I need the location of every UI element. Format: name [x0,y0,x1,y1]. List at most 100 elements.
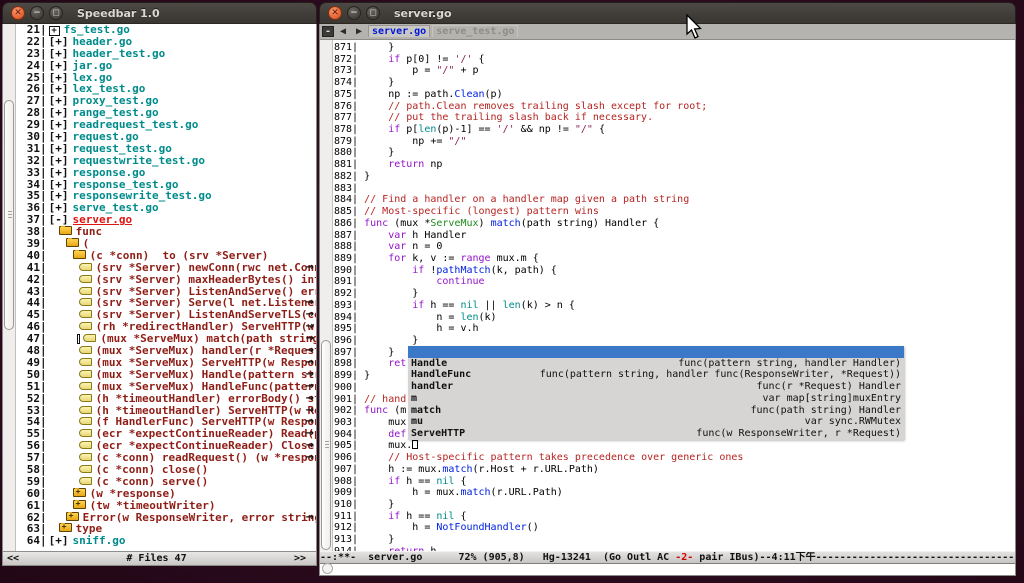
speedbar-item-label[interactable]: (h *timeoutHandler) ServeHTTP(w Respo [96,405,316,417]
speedbar-item-label[interactable]: type [76,523,103,535]
speedbar-item-label[interactable]: header_test.go [73,48,166,60]
speedbar-item-label[interactable]: header.go [73,36,133,48]
speedbar-item-request_test.go[interactable]: 31|[+]request_test.go [16,143,316,155]
speedbar-item-label[interactable]: sniff.go [73,535,126,547]
speedbar-item--mux-ServeMux-ServeHTTP-w-ResponseW[interactable]: 49|(mux *ServeMux) ServeHTTP(w ResponseW… [16,357,316,369]
editor-scrollbar-thumb[interactable] [321,340,331,550]
minimize-button-icon[interactable]: − [30,6,44,20]
tab-server.go[interactable]: server.go [368,25,430,37]
tag-icon[interactable] [79,476,92,488]
tag-icon[interactable] [79,405,92,417]
expand-icon[interactable]: [+] [49,190,69,202]
tag-icon[interactable] [79,440,92,452]
tab-serve_test.go[interactable]: serve_test.go [432,25,518,37]
maximize-button-icon[interactable]: ◻ [366,6,380,20]
editor-titlebar[interactable]: ✕ − ◻ server.go [319,2,1016,24]
code-area[interactable]: 871| }872| if p[0] != '/' {873| p = "/" … [320,40,1015,551]
maximize-button-icon[interactable]: ◻ [49,6,63,20]
folder-icon[interactable] [73,250,86,262]
tag-icon[interactable] [79,465,92,473]
speedbar-item-label[interactable]: (ecr *expectContinueReader) Read(p [] [96,428,316,440]
speedbar-item-label[interactable]: (srv *Server) ListenAndServe() error [96,286,316,298]
tag-icon[interactable] [79,417,92,425]
speedbar-item--w-response-[interactable]: 60|(w *response) [16,488,316,500]
speedbar-item-label[interactable]: (mux *ServeMux) HandleFunc(pattern st [96,381,316,393]
tag-icon[interactable] [79,262,92,274]
folder-icon[interactable] [66,238,79,250]
speedbar-item-label[interactable]: response_test.go [73,179,179,191]
speedbar-scroll-right-button[interactable]: >> [294,553,306,564]
speedbar-item-lex_test.go[interactable]: 26|[+]lex_test.go [16,83,316,95]
speedbar-item-response_test.go[interactable]: 34|[+]response_test.go [16,179,316,191]
open-folder-icon[interactable] [59,226,72,235]
tag-icon[interactable] [79,394,92,402]
speedbar-item-label[interactable]: (c *conn) readRequest() (w *response, [96,452,316,464]
speedbar-item-label[interactable]: (c *conn) close() [96,464,209,476]
expand-icon[interactable]: [+] [49,535,69,547]
speedbar-item-label[interactable]: (srv *Server) Serve(l net.Listener) e [96,297,316,309]
tag-icon[interactable] [79,321,92,333]
autocomplete-item-selected[interactable] [408,346,904,358]
speedbar-item-label[interactable]: responsewrite_test.go [73,190,212,202]
speedbar-item-header.go[interactable]: 22|[+]header.go [16,36,316,48]
speedbar-item-lex.go[interactable]: 25|[+]lex.go [16,72,316,84]
tag-icon[interactable] [79,370,92,378]
speedbar-item--srv-Server-maxHeaderBytes-int[interactable]: 42|(srv *Server) maxHeaderBytes() int [16,274,316,286]
file-expand-cursor-icon[interactable]: + [49,26,60,36]
editor-scrollbar[interactable] [320,40,333,551]
tag-icon[interactable] [79,428,92,440]
tag-icon[interactable] [79,286,92,298]
speedbar-item-label[interactable]: (tw *timeoutWriter) [90,500,216,512]
speedbar-item-label[interactable]: proxy_test.go [73,95,159,107]
speedbar-item--srv-Server-Serve-l-net.Listener-e[interactable]: 44|(srv *Server) Serve(l net.Listener) e… [16,297,316,309]
tag-icon[interactable] [79,322,92,330]
speedbar-item-label[interactable]: (c *conn) serve() [96,476,209,488]
minimize-button-icon[interactable]: − [347,6,361,20]
tag-icon[interactable] [79,406,92,414]
tag-icon[interactable] [79,358,92,366]
expand-icon[interactable]: [+] [49,107,69,119]
expand-icon[interactable]: [+] [49,119,69,131]
tag-icon[interactable] [79,263,92,271]
speedbar-item-label[interactable]: range_test.go [73,107,159,119]
tag-icon[interactable] [79,416,92,428]
speedbar-item-label[interactable]: (h *timeoutHandler) errorBody() strin [96,393,316,405]
tag-icon[interactable] [79,452,92,464]
tag-icon[interactable] [79,477,92,485]
speedbar-item-label[interactable]: (f HandlerFunc) ServeHTTP(w ResponseW [96,416,316,428]
collapse-icon[interactable]: [-] [49,214,69,226]
speedbar-scrollbar[interactable] [3,24,16,565]
speedbar-item-label[interactable]: lex.go [73,72,113,84]
autocomplete-item-mu[interactable]: muvar sync.RWMutex [408,416,904,428]
autocomplete-item-HandleFunc[interactable]: HandleFuncfunc(pattern string, handler f… [408,369,904,381]
speedbar-item--mux-ServeMux-match-path-string-Ha[interactable]: 47|(mux *ServeMux) match(path string) Ha… [16,333,316,345]
speedbar-item-proxy_test.go[interactable]: 27|[+]proxy_test.go [16,95,316,107]
speedbar-item-server.go[interactable]: 37|[-]server.go [16,214,316,226]
tabbar-back-icon[interactable]: ◀ [336,26,350,38]
tag-icon[interactable] [79,357,92,369]
speedbar-item-label[interactable]: ( [83,238,90,250]
tag-icon[interactable] [79,274,92,286]
speedbar-item-requestwrite_test.go[interactable]: 32|[+]requestwrite_test.go [16,155,316,167]
speedbar-item--mux-ServeMux-handler-r-Request-H[interactable]: 48|(mux *ServeMux) handler(r *Request) H… [16,345,316,357]
close-button-icon[interactable]: ✕ [328,6,342,20]
expand-icon[interactable]: [+] [49,179,69,191]
speedbar-item--srv-Server-newConn-rwc-net.Conn-[interactable]: 41|(srv *Server) newConn(rwc net.Conn) (… [16,262,316,274]
autocomplete-item-m[interactable]: mvar map[string]muxEntry [408,393,904,405]
speedbar-item-label[interactable]: (rh *redirectHandler) ServeHTTP(w Res [96,321,316,333]
speedbar-item-label[interactable]: Error(w ResponseWriter, error string, c [83,512,316,524]
speedbar-item-label[interactable]: (mux *ServeMux) ServeHTTP(w ResponseW [96,357,316,369]
folder-icon[interactable] [59,226,72,238]
speedbar-item-label[interactable]: (ecr *expectContinueReader) Close() e [96,440,316,452]
speedbar-item-label[interactable]: requestwrite_test.go [73,155,205,167]
expand-icon[interactable]: [+] [49,202,69,214]
tag-icon[interactable] [79,369,92,381]
close-button-icon[interactable]: ✕ [11,6,25,20]
tag-icon[interactable] [79,453,92,461]
speedbar-titlebar[interactable]: ✕ − ◻ Speedbar 1.0 [2,2,317,24]
speedbar-scroll-left-button[interactable]: << [7,553,19,564]
tag-icon[interactable] [79,393,92,405]
tag-icon[interactable] [79,287,92,295]
speedbar-item-label[interactable]: (mux *ServeMux) match(path string) Ha [100,333,316,345]
speedbar-item-responsewrite_test.go[interactable]: 35|[+]responsewrite_test.go [16,190,316,202]
